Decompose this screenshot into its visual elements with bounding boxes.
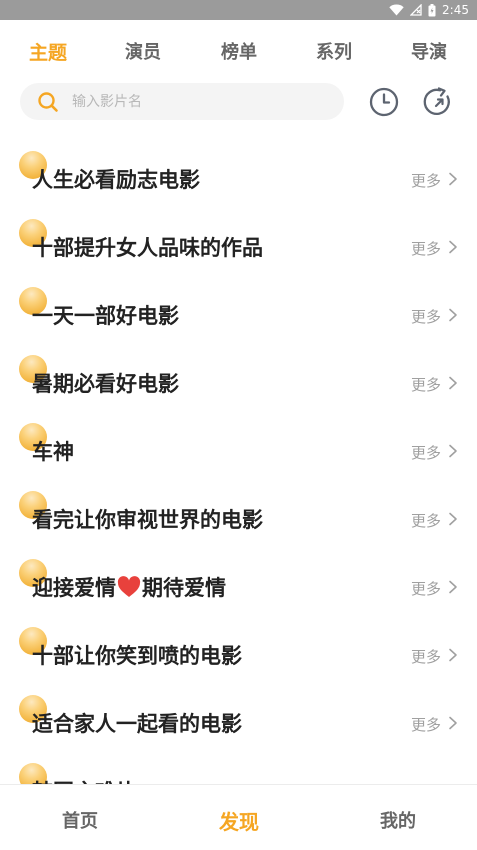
chevron-right-icon (448, 443, 458, 462)
heart-icon (117, 576, 141, 603)
tab-series[interactable]: 系列 (316, 38, 352, 64)
list-item-title: 看完让你审视世界的电影 (32, 508, 263, 532)
tab-theme[interactable]: 主题 (29, 38, 67, 65)
list-item-title: 人生必看励志电影 (32, 168, 200, 192)
list-item[interactable]: 车神 更多 (0, 416, 477, 484)
list-item-title: 车神 (32, 440, 74, 464)
status-time: 2:45 (442, 3, 469, 17)
more-link[interactable]: 更多 (411, 306, 441, 327)
tab-director[interactable]: 导演 (411, 38, 447, 64)
chevron-right-icon (448, 239, 458, 258)
category-tabs: 主题 演员 榜单 系列 导演 (0, 32, 477, 70)
no-signal-icon (410, 4, 422, 16)
chevron-right-icon (448, 375, 458, 394)
battery-icon (428, 3, 436, 17)
chevron-right-icon (448, 307, 458, 326)
wifi-icon (389, 4, 404, 16)
list-item-title: 韩国灾难片 (32, 776, 137, 784)
list-item-title: 适合家人一起看的电影 (32, 712, 242, 736)
more-link[interactable]: 更多 (411, 238, 441, 259)
list-item-title-part: 迎接爱情 (32, 576, 116, 600)
nav-home[interactable]: 首页 (62, 807, 98, 833)
bottom-nav: 首页 发现 我的 (0, 784, 477, 850)
list-item-title-part: 期待爱情 (142, 576, 226, 600)
search-input[interactable] (72, 83, 332, 120)
list-item[interactable]: 十部让你笑到喷的电影 更多 (0, 620, 477, 688)
list-item[interactable]: 韩国灾难片 更多 (0, 756, 477, 784)
tab-ranking[interactable]: 榜单 (221, 38, 257, 64)
status-bar: 2:45 (0, 0, 477, 20)
more-link[interactable]: 更多 (411, 170, 441, 191)
nav-discover[interactable]: 发现 (219, 806, 259, 835)
clock-icon (368, 87, 400, 122)
nav-mine[interactable]: 我的 (380, 807, 416, 833)
list-item[interactable]: 一天一部好电影 更多 (0, 280, 477, 348)
refresh-icon (422, 87, 454, 122)
list-item[interactable]: 十部提升女人品味的作品 更多 (0, 212, 477, 280)
tab-actor[interactable]: 演员 (125, 38, 161, 64)
chevron-right-icon (448, 171, 458, 190)
more-link[interactable]: 更多 (411, 646, 441, 667)
more-link[interactable]: 更多 (411, 510, 441, 531)
list-item[interactable]: 暑期必看好电影 更多 (0, 348, 477, 416)
search-bar[interactable] (20, 83, 344, 120)
chevron-right-icon (448, 715, 458, 734)
list-item[interactable]: 人生必看励志电影 更多 (0, 144, 477, 212)
more-link[interactable]: 更多 (411, 714, 441, 735)
chevron-right-icon (448, 647, 458, 666)
theme-list: 人生必看励志电影 更多 十部提升女人品味的作品 更多 一天一部好电影 更多 暑期… (0, 138, 477, 784)
more-link[interactable]: 更多 (411, 578, 441, 599)
list-item-title: 十部提升女人品味的作品 (32, 236, 263, 260)
list-item-title: 迎接爱情 期待爱情 (32, 572, 226, 603)
list-item[interactable]: 迎接爱情 期待爱情 更多 (0, 552, 477, 620)
list-item-title: 暑期必看好电影 (32, 372, 179, 396)
list-item[interactable]: 适合家人一起看的电影 更多 (0, 688, 477, 756)
chevron-right-icon (448, 511, 458, 530)
status-icons: 2:45 (389, 2, 469, 18)
more-link[interactable]: 更多 (411, 442, 441, 463)
list-item[interactable]: 看完让你审视世界的电影 更多 (0, 484, 477, 552)
share-button[interactable] (422, 86, 454, 118)
history-button[interactable] (368, 86, 400, 118)
search-icon (37, 91, 59, 117)
more-link[interactable]: 更多 (411, 374, 441, 395)
list-item-title: 一天一部好电影 (32, 304, 179, 328)
chevron-right-icon (448, 579, 458, 598)
list-item-title: 十部让你笑到喷的电影 (32, 644, 242, 668)
